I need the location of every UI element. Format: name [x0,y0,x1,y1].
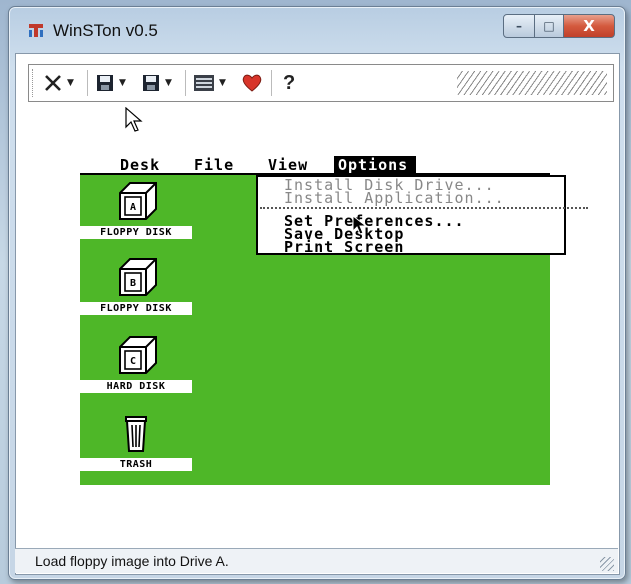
title-bar[interactable]: WinSTon v0.5 – □ X [9,7,625,53]
menu-view[interactable]: View [268,156,308,174]
gem-menu-bar: Desk File View Options [80,156,550,175]
icon-label: HARD DISK [80,380,192,393]
gem-pointer-icon [352,215,368,235]
svg-text:C: C [130,356,136,367]
floppy-disk-icon [143,75,159,91]
minimize-button[interactable]: – [503,14,535,38]
toolbar-separator [87,70,88,96]
screen-settings-icon [194,75,214,91]
close-x-icon [45,75,61,91]
menu-item-print-screen[interactable]: Print Screen [284,240,564,255]
icon-label: FLOPPY DISK [80,226,192,239]
minimize-icon: – [516,19,522,33]
floppy-b-button[interactable]: ▼ [141,69,172,97]
menu-options[interactable]: Options [334,156,417,174]
file-drawer-icon: C [119,336,157,374]
hard-disk-desktop-icon[interactable]: C HARD DISK [80,333,192,393]
heart-icon [242,74,262,92]
toolbar: ▼ ▼ ▼ ▼ ? [28,64,614,102]
floppy-disk-icon [97,75,113,91]
toolbar-grip[interactable] [32,69,36,97]
icon-label: FLOPPY DISK [80,302,192,315]
status-bar: Load floppy image into Drive A. [15,548,618,573]
app-icon [29,24,43,37]
menu-desk[interactable]: Desk [120,156,160,174]
help-icon: ? [283,71,296,94]
options-dropdown-menu: Install Disk Drive... Install Applicatio… [256,175,588,255]
app-window: WinSTon v0.5 – □ X ▼ ▼ ▼ ▼ ? Desk File V… [8,6,626,580]
floppy-a-desktop-icon[interactable]: A FLOPPY DISK [80,179,192,239]
heart-button[interactable] [241,69,263,97]
maximize-button[interactable]: □ [535,14,563,38]
window-controls: – □ X [503,14,615,38]
toolbar-separator [271,70,272,96]
trash-can-icon [125,416,147,452]
svg-text:B: B [130,278,136,289]
status-text: Load floppy image into Drive A. [35,553,229,569]
trash-desktop-icon[interactable]: TRASH [80,411,192,471]
menu-item-install-application[interactable]: Install Application... [284,191,564,206]
file-drawer-icon: B [119,258,157,296]
emulator-screen[interactable]: Desk File View Options A FLOPPY DISK B F… [80,156,588,489]
chevron-down-icon[interactable]: ▼ [219,78,226,88]
toolbar-hatch [457,71,607,95]
chevron-down-icon[interactable]: ▼ [119,78,126,88]
help-button[interactable]: ? [283,69,295,97]
file-drawer-icon: A [119,182,157,220]
quit-button[interactable]: ▼ [43,69,74,97]
mouse-pointer-icon [125,107,143,132]
icon-label: TRASH [80,458,192,471]
screen-settings-button[interactable]: ▼ [193,69,226,97]
floppy-b-desktop-icon[interactable]: B FLOPPY DISK [80,255,192,315]
menu-file[interactable]: File [194,156,234,174]
maximize-icon: □ [543,19,555,33]
resize-grip[interactable] [600,557,614,571]
svg-text:A: A [130,202,136,213]
close-icon: X [583,17,595,35]
close-button[interactable]: X [563,14,615,38]
chevron-down-icon[interactable]: ▼ [67,78,74,88]
toolbar-separator [185,70,186,96]
floppy-a-button[interactable]: ▼ [95,69,126,97]
client-area: ▼ ▼ ▼ ▼ ? Desk File View Options A FLOPP… [15,53,620,575]
chevron-down-icon[interactable]: ▼ [165,78,172,88]
window-title: WinSTon v0.5 [53,21,158,40]
